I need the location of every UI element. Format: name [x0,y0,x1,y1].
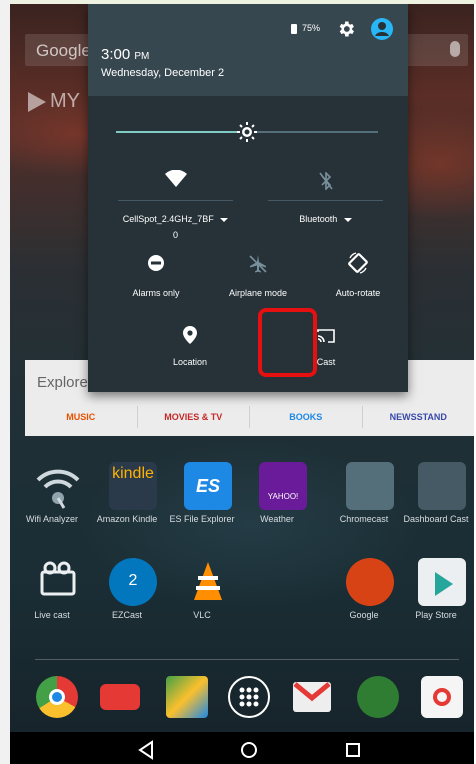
ezcast-badge: 2 [128,572,138,589]
wifi-icon [165,170,187,187]
battery-percent: 75% [302,23,321,33]
hangouts-icon[interactable] [357,676,399,718]
location-tile[interactable]: Location [140,326,240,372]
app-drawer-icon[interactable] [228,676,270,718]
wifi-analyzer-icon [34,462,82,510]
kindle-icon: kindle [109,462,157,510]
maps-icon[interactable] [166,676,208,718]
dock-divider [35,659,459,660]
youtube-icon[interactable] [100,684,140,710]
bluetooth-label: Bluetooth [299,214,338,224]
explore-movies-tv[interactable]: MOVIES & TV [138,406,250,428]
wifi-sub-label: 0 [172,230,178,240]
date: Wednesday, December 2 [101,67,225,79]
explore-title: Explore [37,374,88,391]
clock-time: 3:00 [101,46,131,63]
explore-music[interactable]: MUSIC [25,406,138,428]
auto-rotate-icon [348,252,368,274]
app-label: Weather [260,514,294,524]
play-icon [28,91,46,112]
wifi-network-name: CellSpot_2.4GHz_7BF [122,214,214,224]
wifi-tile-label-row[interactable]: CellSpot_2.4GHz_7BF [108,214,243,224]
play-widget-text: MY [50,90,80,112]
explore-newsstand[interactable]: NEWSSTAND [363,406,475,428]
brightness-icon[interactable] [236,121,258,143]
app-label: Play Store [415,610,457,620]
play-widget-label: MY [28,90,80,113]
chrome-icon[interactable] [36,676,78,718]
app-label: Dashboard Cast [403,514,469,524]
bluetooth-tile-label-row[interactable]: Bluetooth [258,214,393,224]
ezcast-icon: 2 [109,558,157,606]
navigation-bar [10,732,474,764]
brightness-fill [116,131,247,133]
google-icon [346,558,394,606]
es-file-explorer-icon: ES [184,462,232,510]
es-badge: ES [195,476,220,496]
vlc-icon [184,558,232,606]
auto-rotate-tile[interactable]: Auto-rotate [308,252,408,304]
location-pin-icon [183,326,197,344]
home-screen: Google MY Explore MUSIC MOVIES & TV BOOK… [10,4,474,764]
back-icon[interactable] [138,740,154,760]
google-search-hint: Google [36,41,91,60]
user-avatar-icon[interactable] [371,18,393,40]
mic-icon[interactable] [450,41,460,57]
bluetooth-divider [268,200,383,201]
bluetooth-dropdown-icon[interactable] [343,217,352,222]
auto-rotate-label: Auto-rotate [335,288,381,298]
location-label: Location [172,357,208,367]
alarms-only-tile[interactable]: Alarms only [106,254,206,304]
kindle-badge: kindle [112,465,154,482]
live-cast-icon [34,558,82,606]
alarms-only-label: Alarms only [132,288,180,298]
wifi-divider [118,200,233,201]
wifi-dropdown-icon[interactable] [220,217,229,222]
quick-settings-header: 75% 3:00 PM Wednesday, December 2 [88,4,408,96]
chromecast-icon [346,462,394,510]
annotation-highlight-box [258,308,317,377]
weather-icon: YAHOO! [259,462,307,510]
quick-settings-panel: 75% 3:00 PM Wednesday, December 2 CellSp… [88,4,408,392]
yahoo-badge: YAHOO! [267,492,299,501]
do-not-disturb-icon [148,255,164,271]
bluetooth-tile[interactable]: Bluetooth [258,170,393,250]
settings-gear-icon[interactable] [336,19,356,39]
cast-icon [317,329,335,343]
app-label: VLC [193,610,211,620]
wifi-tile[interactable]: CellSpot_2.4GHz_7BF 0 [108,170,243,250]
explore-books[interactable]: BOOKS [250,406,363,428]
dashboard-cast-icon [418,462,466,510]
airplane-mode-label: Airplane mode [228,288,288,298]
clock: 3:00 PM [101,46,149,63]
bluetooth-off-icon [319,172,333,190]
home-icon[interactable] [239,740,259,760]
gmail-icon[interactable] [293,682,331,712]
airplane-icon [249,255,267,273]
photos-icon[interactable] [421,676,463,718]
play-store-icon [418,558,466,606]
device-frame-left [0,0,10,764]
clock-suffix: PM [134,51,150,62]
recents-icon[interactable] [343,740,363,760]
battery-icon [291,24,297,34]
airplane-mode-tile[interactable]: Airplane mode [208,254,308,304]
